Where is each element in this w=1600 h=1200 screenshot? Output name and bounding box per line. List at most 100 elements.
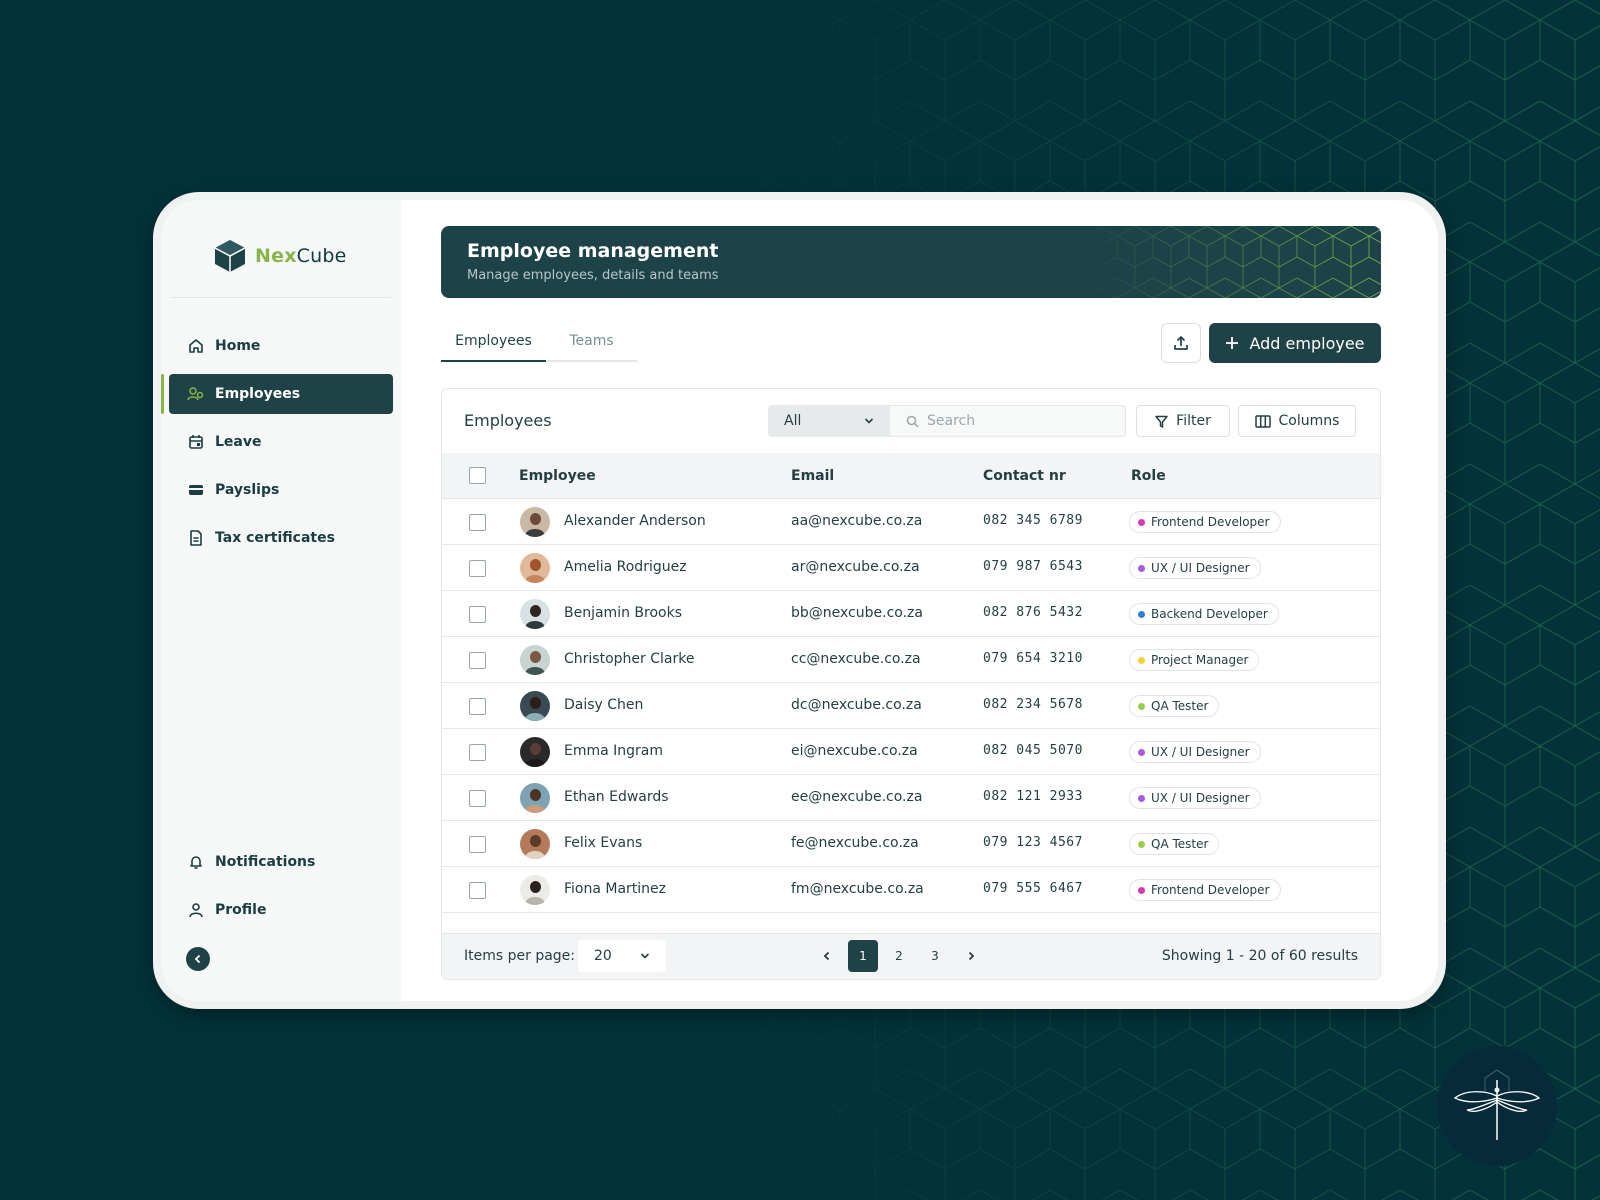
sidebar-item-notifications[interactable]: Notifications: [169, 842, 393, 882]
table-row[interactable]: Fiona Martinez fm@nexcube.co.za 079 555 64…: [442, 867, 1380, 913]
avatar: [520, 553, 550, 583]
items-per-page-select[interactable]: 20: [578, 940, 666, 972]
employees-table-card: Employees All Filter Columns: [441, 388, 1381, 980]
column-header-employee[interactable]: Employee: [519, 468, 596, 484]
upload-icon: [1174, 336, 1188, 350]
sidebar-item-leave[interactable]: Leave: [169, 422, 393, 462]
chevron-left-icon: [194, 954, 201, 964]
category-select-value: All: [784, 413, 802, 429]
table-row[interactable]: Ethan Edwards ee@nexcube.co.za 082 121 293…: [442, 775, 1380, 821]
employee-email[interactable]: ei@nexcube.co.za: [791, 743, 918, 759]
employee-email[interactable]: aa@nexcube.co.za: [791, 513, 922, 529]
row-checkbox[interactable]: [469, 698, 486, 715]
row-checkbox[interactable]: [469, 744, 486, 761]
results-summary: Showing 1 - 20 of 60 results: [1161, 948, 1358, 964]
employee-email[interactable]: ee@nexcube.co.za: [791, 789, 922, 805]
employee-name[interactable]: Fiona Martinez: [564, 881, 666, 897]
columns-label: Columns: [1278, 413, 1340, 429]
avatar: [520, 737, 550, 767]
table-row[interactable]: Amelia Rodriguez ar@nexcube.co.za 079 987 …: [442, 545, 1380, 591]
add-employee-button[interactable]: Add employee: [1209, 323, 1381, 363]
plus-icon: [1226, 337, 1239, 349]
logo[interactable]: NexCube: [211, 236, 347, 276]
tab-employees[interactable]: Employees: [441, 322, 546, 362]
row-checkbox[interactable]: [469, 560, 486, 577]
employee-name[interactable]: Alexander Anderson: [564, 513, 706, 529]
search-input[interactable]: [927, 413, 1107, 429]
table-row[interactable]: Christopher Clarke cc@nexcube.co.za 079 65…: [442, 637, 1380, 683]
sidebar-item-label: Payslips: [215, 482, 280, 498]
employee-name[interactable]: Benjamin Brooks: [564, 605, 682, 621]
users-icon: [187, 385, 205, 403]
sidebar-bottom-nav: Notifications Profile: [169, 842, 393, 938]
employee-name[interactable]: Amelia Rodriguez: [564, 559, 687, 575]
page-button-3[interactable]: 3: [920, 940, 950, 972]
search-icon: [906, 415, 919, 428]
employee-email[interactable]: bb@nexcube.co.za: [791, 605, 923, 621]
user-icon: [187, 901, 205, 919]
sidebar-item-label: Home: [215, 338, 261, 354]
sidebar-item-employees[interactable]: Employees: [161, 374, 393, 414]
collapse-sidebar-button[interactable]: [186, 947, 210, 971]
table-row[interactable]: Benjamin Brooks bb@nexcube.co.za 082 876 5…: [442, 591, 1380, 637]
table-row[interactable]: Alexander Anderson aa@nexcube.co.za 082 34…: [442, 499, 1380, 545]
select-all-checkbox[interactable]: [469, 467, 486, 484]
column-header-email[interactable]: Email: [791, 468, 834, 484]
role-badge: Project Manager: [1129, 649, 1260, 671]
avatar: [520, 645, 550, 675]
row-checkbox[interactable]: [469, 882, 486, 899]
row-checkbox[interactable]: [469, 606, 486, 623]
search-field: [890, 405, 1126, 437]
employee-email[interactable]: fm@nexcube.co.za: [791, 881, 924, 897]
app-screen: NexCube Home Employees Leave Payslips Ta…: [161, 200, 1438, 1001]
page-title: Employee management: [467, 240, 719, 262]
column-header-contact[interactable]: Contact nr: [983, 468, 1066, 484]
table-row[interactable]: Emma Ingram ei@nexcube.co.za 082 045 5070 U…: [442, 729, 1380, 775]
table-row[interactable]: Daisy Chen dc@nexcube.co.za 082 234 5678 QA…: [442, 683, 1380, 729]
employee-contact: 082 876 5432: [983, 605, 1083, 620]
employee-name[interactable]: Emma Ingram: [564, 743, 663, 759]
sidebar-item-profile[interactable]: Profile: [169, 890, 393, 930]
employee-contact: 082 345 6789: [983, 513, 1083, 528]
next-page-button[interactable]: [956, 940, 986, 972]
filter-button[interactable]: Filter: [1136, 405, 1230, 437]
page-button-2[interactable]: 2: [884, 940, 914, 972]
employee-email[interactable]: cc@nexcube.co.za: [791, 651, 921, 667]
role-label: QA Tester: [1151, 699, 1209, 713]
sidebar-item-label: Profile: [215, 902, 267, 918]
employee-name[interactable]: Felix Evans: [564, 835, 642, 851]
pagination: 1 2 3: [812, 940, 986, 972]
role-label: QA Tester: [1151, 837, 1209, 851]
employee-email[interactable]: ar@nexcube.co.za: [791, 559, 920, 575]
row-checkbox[interactable]: [469, 514, 486, 531]
role-badge: UX / UI Designer: [1129, 787, 1261, 809]
upload-button[interactable]: [1161, 323, 1201, 363]
sidebar-item-tax-certificates[interactable]: Tax certificates: [169, 518, 393, 558]
columns-button[interactable]: Columns: [1238, 405, 1356, 437]
employee-name[interactable]: Christopher Clarke: [564, 651, 694, 667]
role-dot: [1138, 840, 1145, 848]
columns-icon: [1254, 414, 1271, 428]
avatar: [520, 829, 550, 859]
role-dot: [1138, 886, 1145, 894]
row-checkbox[interactable]: [469, 836, 486, 853]
employee-name[interactable]: Ethan Edwards: [564, 789, 669, 805]
calendar-icon: [187, 433, 205, 451]
category-select[interactable]: All: [768, 405, 890, 437]
previous-page-button[interactable]: [812, 940, 842, 972]
table-row[interactable]: Felix Evans fe@nexcube.co.za 079 123 4567 Q…: [442, 821, 1380, 867]
page-button-1[interactable]: 1: [848, 940, 878, 972]
role-label: Project Manager: [1151, 653, 1249, 667]
sidebar-item-payslips[interactable]: Payslips: [169, 470, 393, 510]
row-checkbox[interactable]: [469, 652, 486, 669]
role-badge: UX / UI Designer: [1129, 557, 1261, 579]
tab-teams[interactable]: Teams: [546, 322, 637, 360]
employee-email[interactable]: fe@nexcube.co.za: [791, 835, 919, 851]
add-employee-label: Add employee: [1249, 333, 1365, 353]
page-subtitle: Manage employees, details and teams: [467, 268, 719, 283]
row-checkbox[interactable]: [469, 790, 486, 807]
employee-name[interactable]: Daisy Chen: [564, 697, 643, 713]
employee-email[interactable]: dc@nexcube.co.za: [791, 697, 922, 713]
column-header-role[interactable]: Role: [1131, 468, 1166, 484]
sidebar-item-home[interactable]: Home: [169, 326, 393, 366]
